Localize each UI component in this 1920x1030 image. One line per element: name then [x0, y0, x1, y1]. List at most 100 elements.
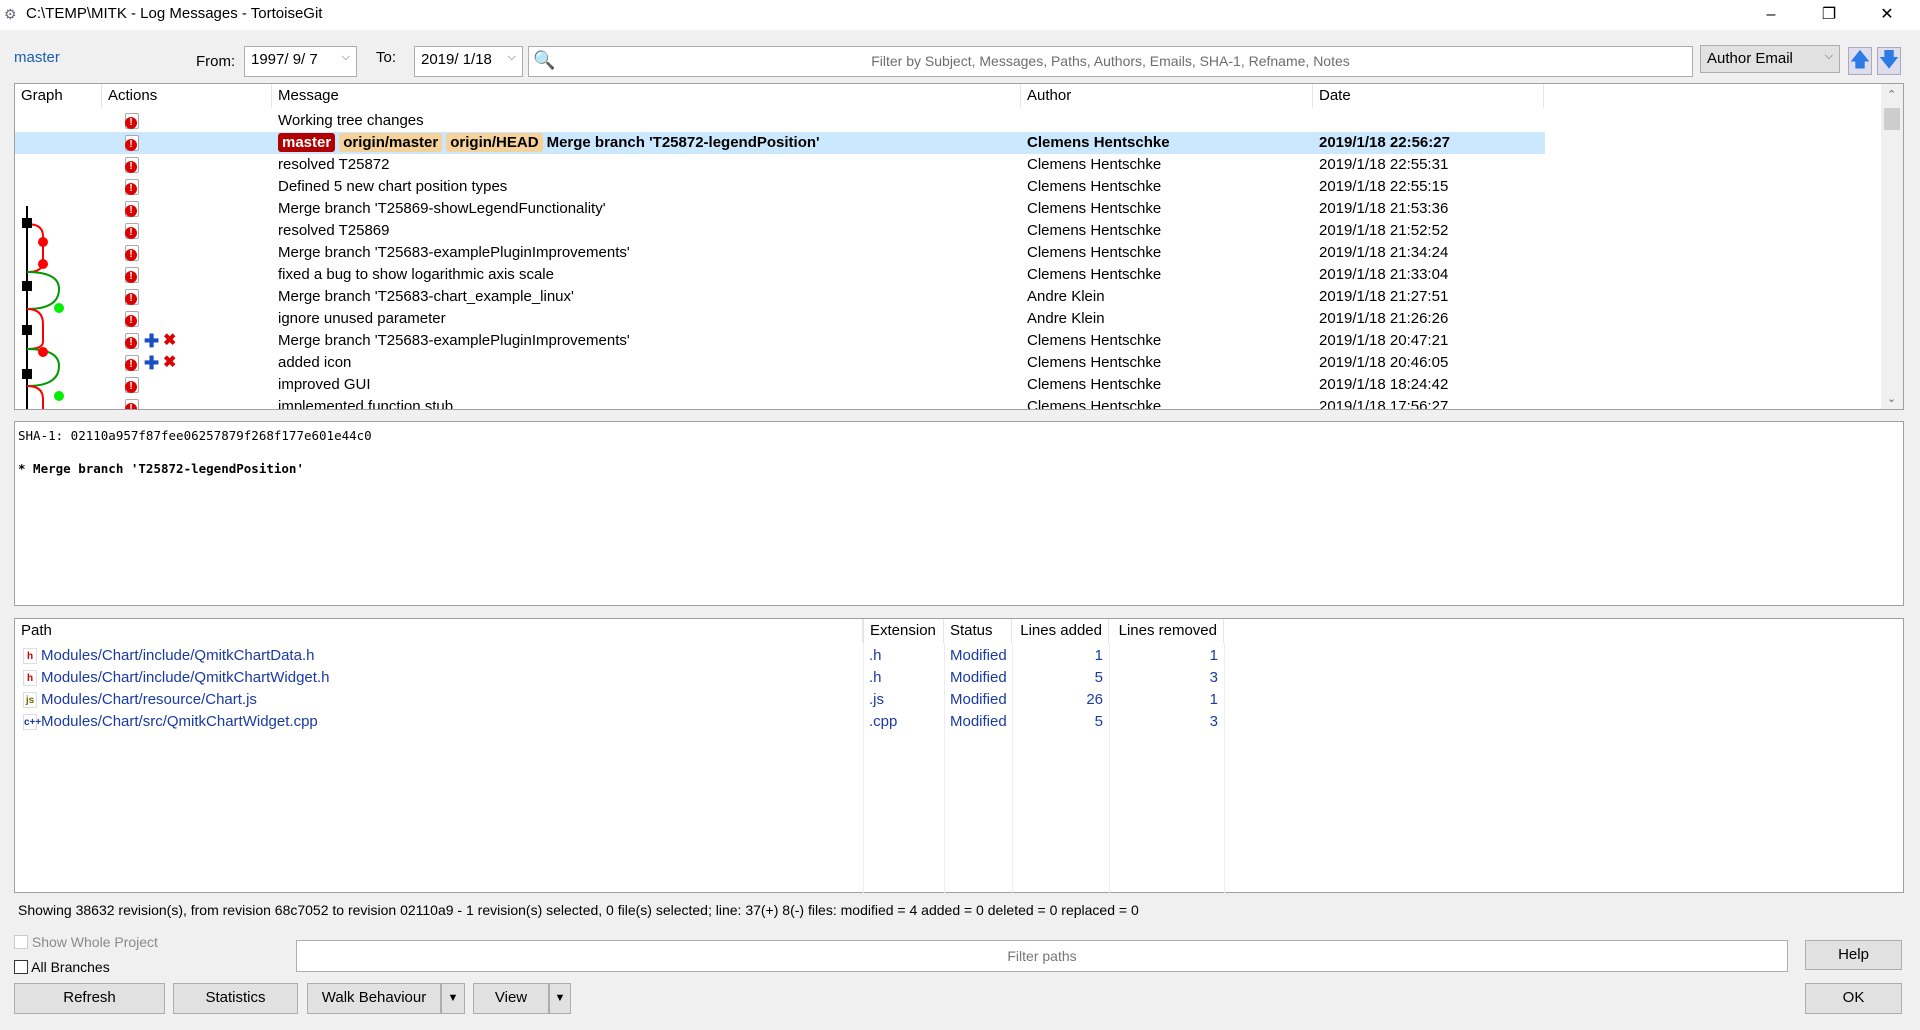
commit-author: Clemens Hentschke: [1027, 134, 1170, 151]
file-type-icon: c++: [23, 714, 41, 730]
scroll-up-icon[interactable]: ⌃: [1887, 88, 1896, 101]
file-row[interactable]: h Modules/Chart/include/QmitkChartData.h.…: [15, 645, 1235, 667]
branch-link[interactable]: master: [14, 49, 60, 66]
refresh-button[interactable]: Refresh: [14, 983, 165, 1014]
ok-button[interactable]: OK: [1805, 983, 1902, 1014]
file-path[interactable]: Modules/Chart/resource/Chart.js: [41, 689, 257, 711]
log-row[interactable]: resolved T25869 Clemens Hentschke 2019/1/1…: [15, 220, 1545, 242]
to-date-picker[interactable]: 2019/ 1/18 ⌵: [414, 46, 523, 77]
from-date-picker[interactable]: 1997/ 9/ 7 ⌵: [244, 46, 357, 77]
file-extension: .cpp: [869, 713, 898, 730]
file-status: Modified: [950, 647, 1007, 664]
lines-removed: 3: [1209, 713, 1218, 730]
commit-message: * Merge branch 'T25872-legendPosition': [18, 461, 304, 476]
log-row[interactable]: implemented function stub Clemens Hentsch…: [15, 396, 1545, 410]
log-row[interactable]: masterorigin/masterorigin/HEADMerge bran…: [15, 132, 1545, 154]
all-branches-label: All Branches: [31, 959, 110, 975]
view-button[interactable]: View: [473, 983, 549, 1014]
action-deleted-icon: ✖: [163, 332, 177, 349]
log-row[interactable]: Working tree changes: [15, 110, 1545, 132]
commit-message-cell: Merge branch 'T25683-examplePluginImprov…: [278, 242, 1018, 264]
file-path[interactable]: Modules/Chart/include/QmitkChartData.h: [41, 645, 314, 667]
column-header-lines-removed[interactable]: Lines removed: [1109, 619, 1224, 643]
help-button[interactable]: Help: [1805, 940, 1902, 970]
view-dropdown-icon[interactable]: ▼: [549, 983, 571, 1014]
action-modified-icon: [125, 113, 139, 129]
column-header-extension[interactable]: Extension: [863, 619, 944, 643]
commit-sha: SHA-1: 02110a957f87fee06257879f268f177e6…: [18, 428, 372, 443]
filter-paths-input[interactable]: Filter paths: [296, 940, 1788, 972]
commit-author: Clemens Hentschke: [1027, 398, 1162, 410]
log-filter-placeholder: Filter by Subject, Messages, Paths, Auth…: [871, 53, 1350, 69]
column-header-author[interactable]: Author: [1021, 84, 1313, 108]
commit-message-cell: improved GUI: [278, 374, 1018, 396]
scroll-down-icon[interactable]: ⌄: [1887, 392, 1896, 405]
filter-field-select[interactable]: Author Email ⌵: [1700, 45, 1840, 73]
log-row[interactable]: ✚✖ added icon Clemens Hentschke 2019/1/18 2…: [15, 352, 1545, 374]
chevron-down-icon: ⌵: [341, 51, 350, 63]
commit-author: Clemens Hentschke: [1027, 354, 1162, 371]
commit-subject: fixed a bug to show logarithmic axis sca…: [278, 266, 554, 283]
next-arrow-down-icon[interactable]: 🡇: [1877, 47, 1901, 75]
show-whole-project-checkbox[interactable]: Show Whole Project: [14, 934, 158, 950]
commit-author: Clemens Hentschke: [1027, 156, 1162, 173]
file-extension: .js: [869, 691, 884, 708]
log-filter-input[interactable]: 🔍 Filter by Subject, Messages, Paths, Au…: [528, 46, 1693, 77]
column-header-date[interactable]: Date: [1313, 84, 1544, 108]
file-row[interactable]: js Modules/Chart/resource/Chart.js .js Modi…: [15, 689, 1235, 711]
column-header-actions[interactable]: Actions: [102, 84, 272, 108]
log-row[interactable]: fixed a bug to show logarithmic axis sca…: [15, 264, 1545, 286]
changed-files-list[interactable]: Path Extension Status Lines added Lines …: [14, 618, 1904, 893]
log-row[interactable]: Merge branch 'T25683-chart_example_linux…: [15, 286, 1545, 308]
column-header-path[interactable]: Path: [15, 619, 863, 643]
commit-details[interactable]: SHA-1: 02110a957f87fee06257879f268f177e6…: [14, 421, 1904, 606]
commit-message-cell: Merge branch 'T25683-examplePluginImprov…: [278, 330, 1018, 352]
log-list[interactable]: Graph Actions Message Author Date Workin…: [14, 83, 1904, 410]
commit-message-cell: resolved T25872: [278, 154, 1018, 176]
previous-arrow-up-icon[interactable]: 🡅: [1848, 47, 1872, 75]
show-whole-project-label: Show Whole Project: [31, 934, 158, 950]
column-header-status[interactable]: Status: [944, 619, 1012, 643]
log-row[interactable]: Merge branch 'T25683-examplePluginImprov…: [15, 242, 1545, 264]
lines-added: 26: [1086, 691, 1103, 708]
lines-added: 5: [1094, 669, 1103, 686]
action-modified-icon: [125, 311, 139, 327]
log-row[interactable]: Defined 5 new chart position types Clemen…: [15, 176, 1545, 198]
file-row[interactable]: h Modules/Chart/include/QmitkChartWidget.…: [15, 667, 1235, 689]
log-row[interactable]: ✚✖ Merge branch 'T25683-examplePluginImpr…: [15, 330, 1545, 352]
scrollbar-thumb[interactable]: [1884, 108, 1900, 130]
walk-behaviour-button[interactable]: Walk Behaviour: [307, 983, 441, 1014]
close-button[interactable]: ✕: [1864, 2, 1910, 28]
column-header-lines-added[interactable]: Lines added: [1012, 619, 1109, 643]
graph-node: [38, 347, 48, 357]
log-row[interactable]: improved GUI Clemens Hentschke 2019/1/18 1…: [15, 374, 1545, 396]
walk-behaviour-dropdown-icon[interactable]: ▼: [441, 983, 465, 1014]
minimize-button[interactable]: –: [1748, 2, 1794, 28]
action-modified-icon: [125, 201, 139, 217]
log-row[interactable]: Merge branch 'T25869-showLegendFunctiona…: [15, 198, 1545, 220]
log-row[interactable]: resolved T25872 Clemens Hentschke 2019/1/1…: [15, 154, 1545, 176]
commit-subject: improved GUI: [278, 376, 371, 393]
all-branches-checkbox[interactable]: All Branches: [14, 959, 110, 975]
file-path[interactable]: Modules/Chart/src/QmitkChartWidget.cpp: [41, 711, 318, 733]
log-scrollbar[interactable]: ⌃ ⌄: [1881, 84, 1903, 409]
file-path[interactable]: Modules/Chart/include/QmitkChartWidget.h: [41, 667, 329, 689]
file-status: Modified: [950, 713, 1007, 730]
restore-button[interactable]: ❐: [1806, 2, 1852, 28]
filter-field-value: Author Email: [1707, 50, 1793, 67]
commit-graph: [22, 206, 64, 409]
log-row[interactable]: ignore unused parameter Andre Klein 2019/1…: [15, 308, 1545, 330]
checkbox-box: [14, 935, 28, 949]
column-header-message[interactable]: Message: [272, 84, 1021, 108]
action-modified-icon: [125, 355, 139, 371]
commit-date: 2019/1/18 21:52:52: [1319, 222, 1449, 239]
commit-date: 2019/1/18 21:26:26: [1319, 310, 1449, 327]
statistics-button[interactable]: Statistics: [173, 983, 298, 1014]
file-row[interactable]: c++ Modules/Chart/src/QmitkChartWidget.cp…: [15, 711, 1235, 733]
commit-date: 2019/1/18 22:55:31: [1319, 156, 1449, 173]
commit-date: 2019/1/18 21:34:24: [1319, 244, 1449, 261]
graph-node-merge: [22, 218, 32, 228]
action-deleted-icon: ✖: [163, 354, 177, 371]
commit-message-cell: Defined 5 new chart position types: [278, 176, 1018, 198]
graph-node: [38, 259, 48, 269]
